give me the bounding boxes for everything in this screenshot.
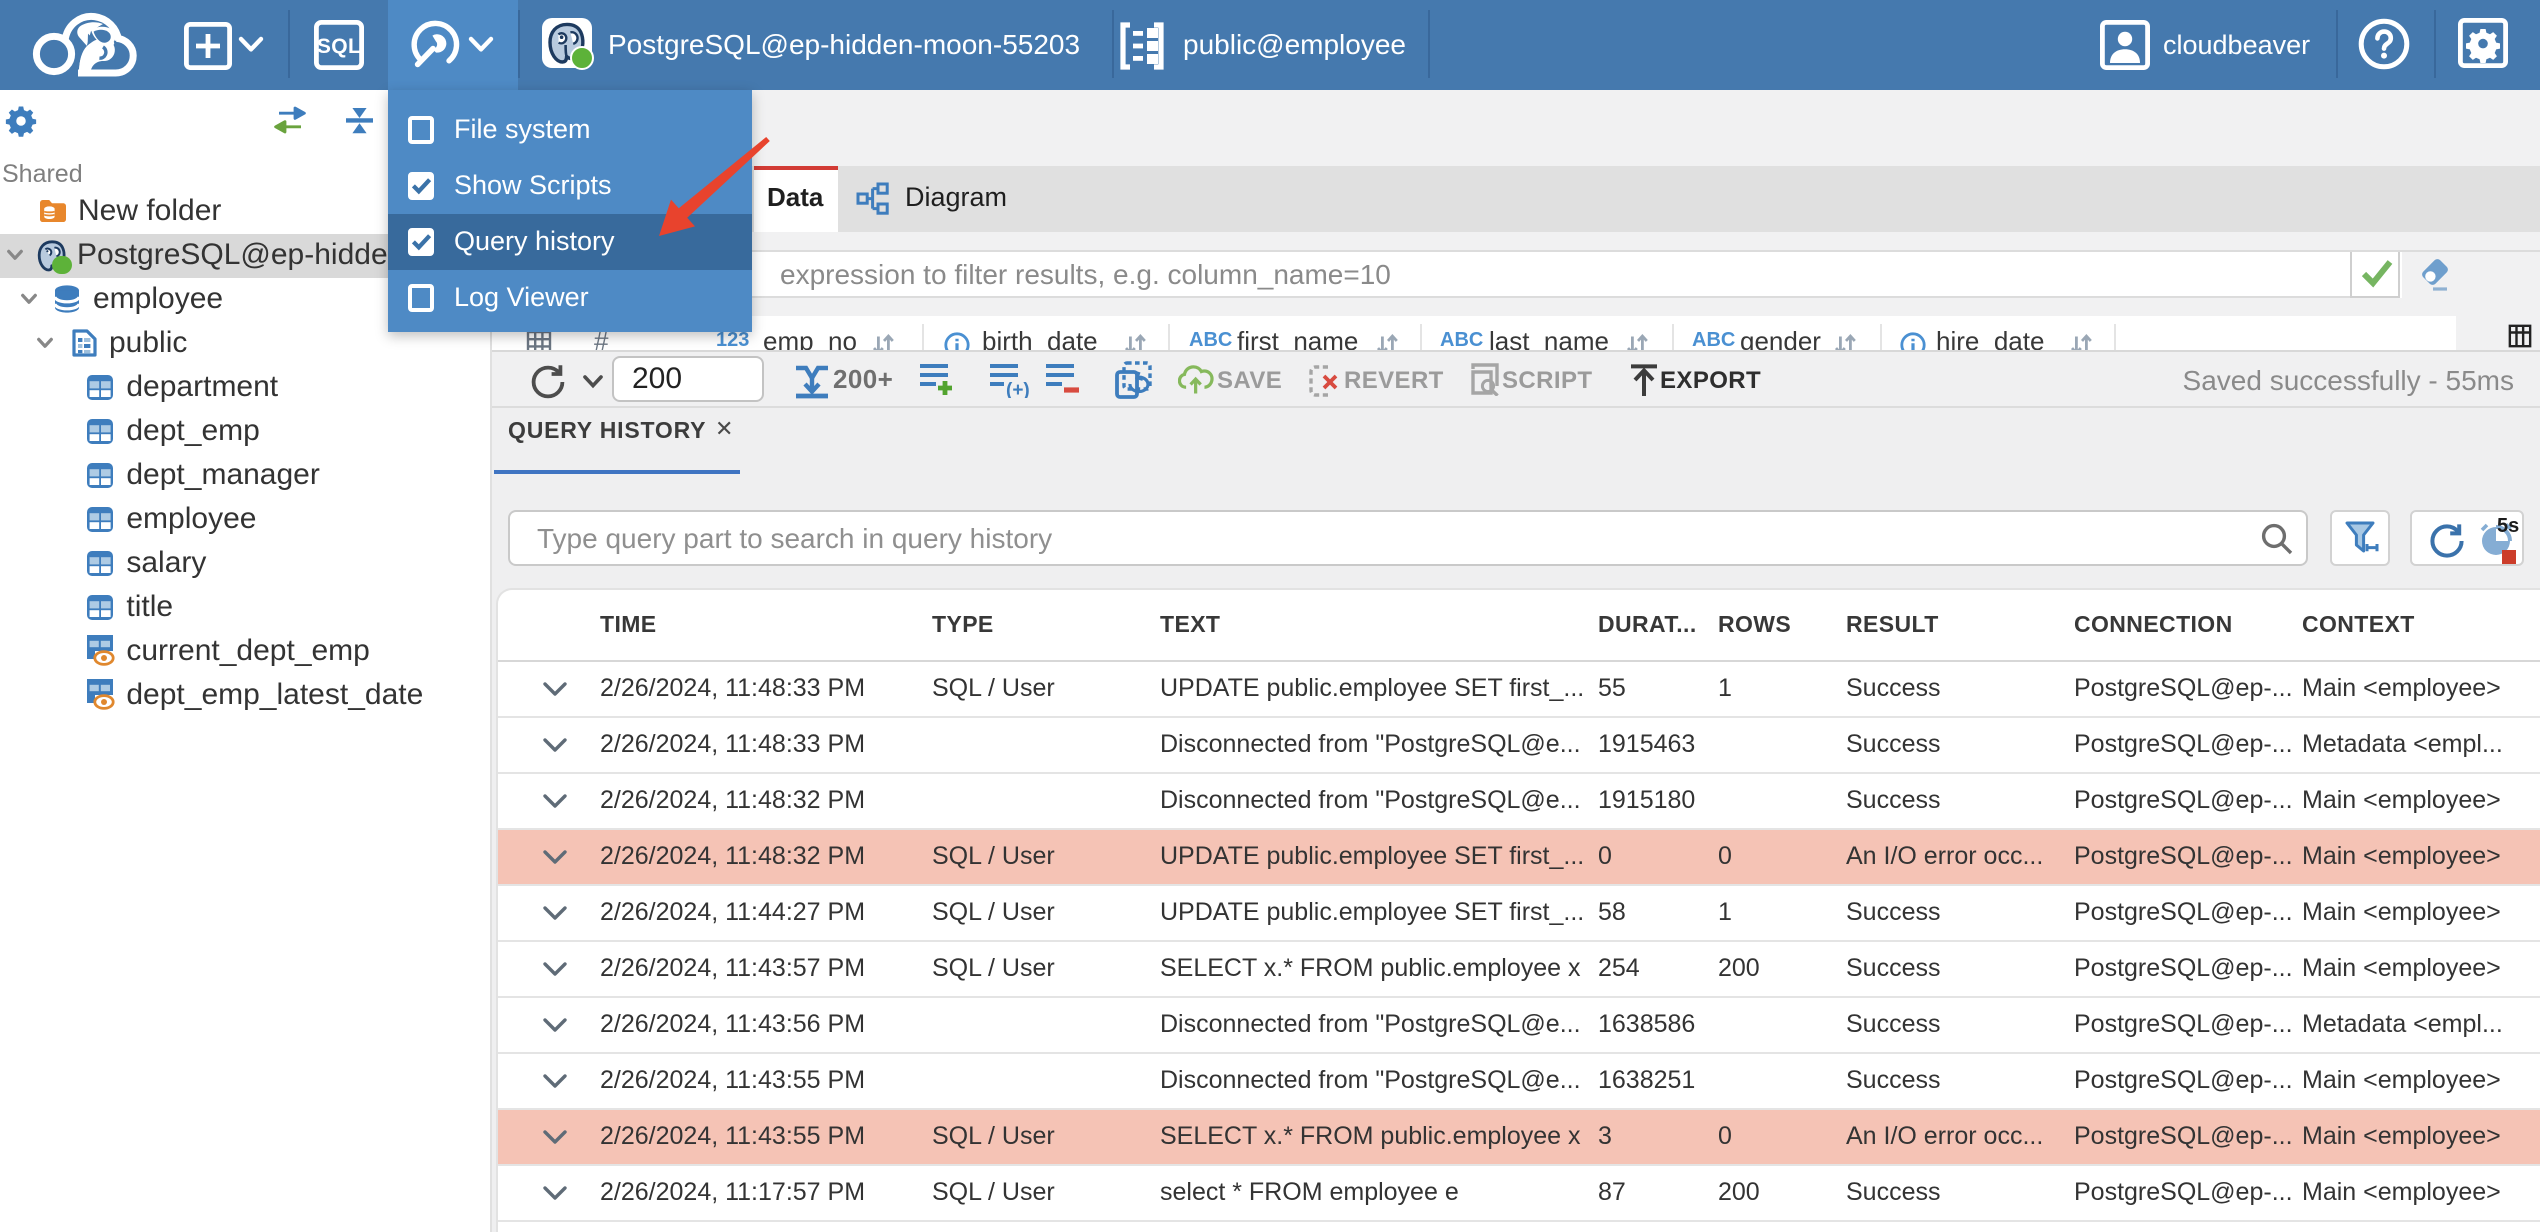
svg-text:(+): (+): [1005, 380, 1029, 398]
svg-text:SQL: SQL: [316, 35, 360, 58]
